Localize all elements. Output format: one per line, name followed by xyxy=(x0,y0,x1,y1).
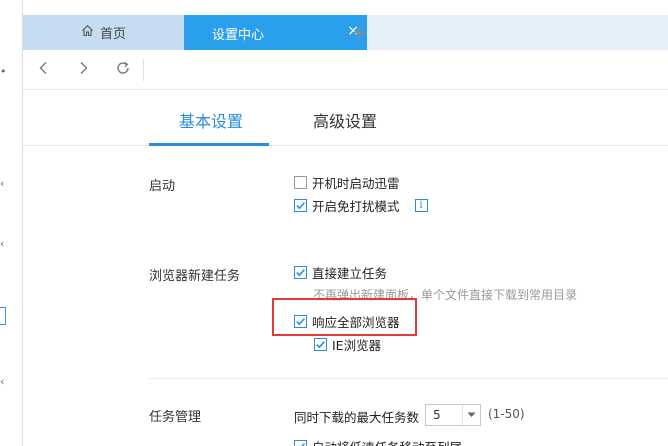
dot-icon: • xyxy=(0,65,7,78)
left-panel-edge: • ‹ ‹ ‹ xyxy=(0,0,23,446)
max-tasks-select[interactable]: 5 xyxy=(425,404,481,426)
option-create-task-directly[interactable]: 直接建立任务 xyxy=(294,263,387,282)
tab-home-label: 首页 xyxy=(99,27,126,42)
refresh-button[interactable] xyxy=(112,59,134,81)
tab-settings-center[interactable]: 设置中心 × xyxy=(184,15,367,50)
option-startup-with-system[interactable]: 开机时启动迅雷 xyxy=(294,173,400,192)
chevron-left-icon xyxy=(38,61,50,79)
checkbox-checked[interactable] xyxy=(294,440,307,446)
chevron-right-icon xyxy=(77,61,89,79)
info-icon[interactable]: i xyxy=(414,199,428,212)
section-title-task-management: 任务管理 xyxy=(149,410,202,425)
max-tasks-label: 同时下载的最大任务数 xyxy=(294,410,420,425)
navigation-bar xyxy=(23,50,668,90)
section-title-browser-task: 浏览器新建任务 xyxy=(149,269,241,284)
panel-item-marker[interactable] xyxy=(0,307,6,325)
checkbox[interactable] xyxy=(294,176,307,189)
checkbox-checked[interactable] xyxy=(314,338,327,351)
chevron-left-icon[interactable]: ‹ xyxy=(0,238,8,249)
back-button[interactable] xyxy=(33,59,55,81)
chevron-left-icon[interactable]: ‹ xyxy=(0,178,8,189)
nav-separator xyxy=(143,59,144,81)
option-move-slow-tasks[interactable]: 自动将低速任务移动至列尾 xyxy=(294,437,462,446)
option-do-not-disturb[interactable]: 开启免打扰模式 i xyxy=(294,196,428,215)
option-label: IE浏览器 xyxy=(332,338,382,353)
option-ie-browser[interactable]: IE浏览器 xyxy=(314,335,381,354)
checkbox-checked[interactable] xyxy=(294,315,307,328)
chevron-left-icon[interactable]: ‹ xyxy=(0,376,8,387)
option-label: 响应全部浏览器 xyxy=(312,315,400,330)
forward-button[interactable] xyxy=(72,59,94,81)
chevron-down-icon xyxy=(462,405,480,425)
option-label: 直接建立任务 xyxy=(312,266,388,281)
option-label: 开启免打扰模式 xyxy=(312,199,400,214)
active-tab-underline xyxy=(149,143,269,146)
tab-basic-settings[interactable]: 基本设置 xyxy=(179,108,243,132)
option-label: 自动将低速任务移动至列尾 xyxy=(312,437,462,446)
max-tasks-value: 5 xyxy=(433,408,441,422)
tab-home[interactable]: 首页 xyxy=(23,15,184,50)
option-respond-all-browsers[interactable]: 响应全部浏览器 xyxy=(294,312,400,331)
checkbox-checked[interactable] xyxy=(294,199,307,212)
tab-bar: 首页 设置中心 × + xyxy=(23,15,668,50)
section-divider xyxy=(149,378,668,379)
home-icon xyxy=(81,24,94,41)
add-tab-button[interactable]: + xyxy=(351,21,368,43)
checkbox-checked[interactable] xyxy=(294,266,307,279)
section-title-startup: 启动 xyxy=(149,179,176,194)
tab-settings-label: 设置中心 xyxy=(212,28,265,43)
max-tasks-range: (1-50) xyxy=(488,407,525,421)
settings-tabs: 基本设置 高级设置 xyxy=(23,91,668,146)
refresh-icon xyxy=(115,60,131,80)
tab-advanced-settings[interactable]: 高级设置 xyxy=(313,108,377,132)
option-label: 开机时启动迅雷 xyxy=(312,176,400,191)
